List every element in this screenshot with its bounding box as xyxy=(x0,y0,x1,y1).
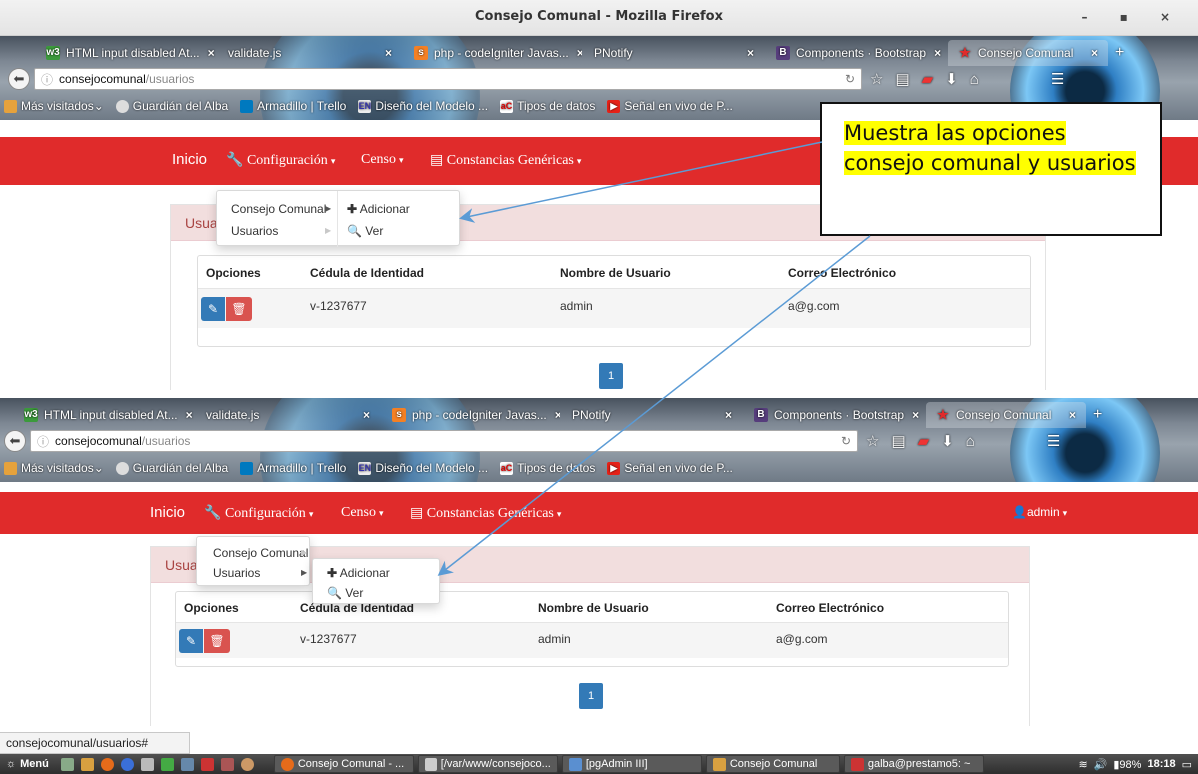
battery-icon[interactable]: ▮98% xyxy=(1113,758,1141,771)
firefox-icon xyxy=(280,757,294,771)
app-icon[interactable] xyxy=(180,757,194,771)
arrow-to-top-submenu xyxy=(459,141,823,223)
annotation-arrows xyxy=(437,141,871,576)
desktop-icon[interactable] xyxy=(60,757,74,771)
terminal-icon xyxy=(850,757,864,771)
taskbar-window-editor[interactable]: [/var/www/consejoco... xyxy=(417,755,558,773)
app-icon[interactable] xyxy=(160,757,174,771)
app-icon[interactable] xyxy=(240,757,254,771)
taskbar-window-folder[interactable]: Consejo Comunal xyxy=(705,755,840,773)
quick-launch xyxy=(55,755,264,773)
firefox-icon[interactable] xyxy=(100,757,114,771)
menu-icon: ☼ xyxy=(6,758,17,770)
browser-status-bar: consejocomunal/usuarios# xyxy=(0,732,190,754)
start-menu-button[interactable]: ☼ Menú xyxy=(0,755,55,773)
taskbar-window-pgadmin[interactable]: [pgAdmin III] xyxy=(561,755,702,773)
show-desktop-icon[interactable]: ▭ xyxy=(1182,758,1192,771)
folder-icon[interactable] xyxy=(80,757,94,771)
desktop-taskbar: ☼ Menú Consejo Comunal - ... [/var/www/co… xyxy=(0,754,1198,774)
taskbar-window-firefox[interactable]: Consejo Comunal - ... xyxy=(273,755,414,773)
pgadmin-icon xyxy=(568,757,582,771)
chrome-icon[interactable] xyxy=(120,757,134,771)
taskbar-window-terminal[interactable]: galba@prestamo5: ~ xyxy=(843,755,984,773)
app-icon[interactable] xyxy=(200,757,214,771)
system-tray: ≋ 🔊 ▮98% 18:18 ▭ xyxy=(1072,755,1198,773)
volume-icon[interactable]: 🔊 xyxy=(1094,758,1108,771)
clock[interactable]: 18:18 xyxy=(1147,758,1175,770)
folder-icon xyxy=(712,757,726,771)
arrow-to-bottom-submenu xyxy=(437,235,871,576)
app-icon[interactable] xyxy=(140,757,154,771)
app-icon[interactable] xyxy=(220,757,234,771)
wifi-icon[interactable]: ≋ xyxy=(1078,758,1087,771)
editor-icon xyxy=(424,757,437,771)
